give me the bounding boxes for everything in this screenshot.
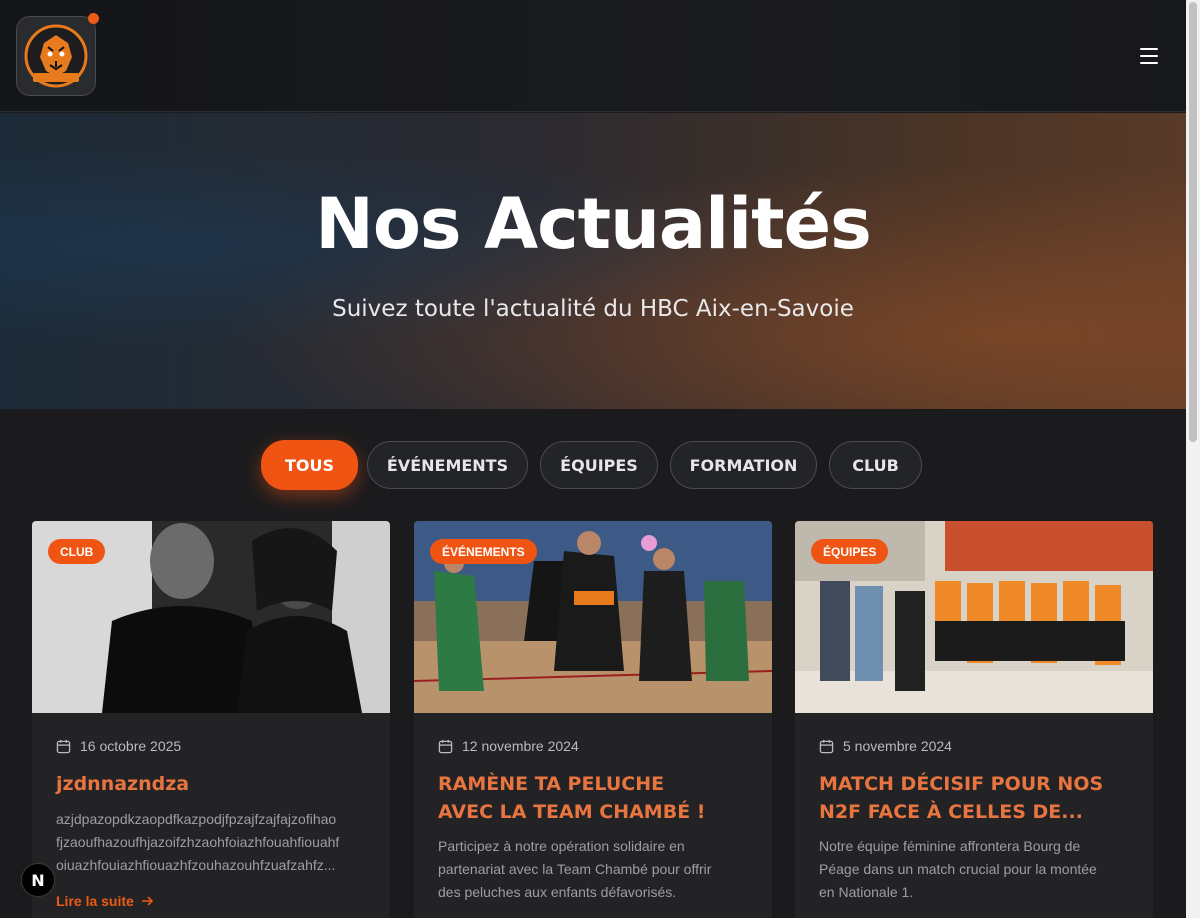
filter-equipes[interactable]: ÉQUIPES	[540, 441, 658, 489]
calendar-icon	[56, 739, 71, 753]
filter-tous[interactable]: TOUS	[261, 440, 358, 490]
scrollbar-thumb[interactable]	[1189, 2, 1197, 442]
article-card[interactable]: CLUB 16 octobre 2025 jzdnnazndza azjdpaz…	[32, 521, 390, 918]
article-date-text: 12 novembre 2024	[462, 738, 579, 754]
filter-evenements[interactable]: ÉVÉNEMENTS	[367, 441, 528, 489]
article-excerpt: Participez à notre opération solidaire e…	[438, 838, 712, 900]
site-header	[0, 0, 1186, 112]
article-title[interactable]: MATCH DÉCISIF POUR NOS N2F FACE À CELLES…	[819, 770, 1129, 826]
filter-club[interactable]: CLUB	[829, 441, 922, 489]
article-title[interactable]: RAMÈNE TA PELUCHE AVEC LA TEAM CHAMBÉ !	[438, 770, 748, 826]
page-title: Nos Actualités	[315, 183, 872, 265]
category-badge: CLUB	[48, 539, 106, 564]
article-excerpt: azjdpazopdkzaopdfkazpodjfpzajfzajfajzofi…	[56, 811, 340, 873]
filter-formation[interactable]: FORMATION	[670, 441, 817, 489]
article-date: 16 octobre 2025	[56, 738, 181, 754]
article-date: 12 novembre 2024	[438, 738, 579, 754]
hero-banner: Nos Actualités Suivez toute l'actualité …	[0, 113, 1186, 409]
article-card[interactable]: ÉVÉNEMENTS 12 novembre 2024 RAMÈNE TA PE…	[414, 521, 772, 918]
read-more-link[interactable]: Lire la suite	[56, 893, 154, 909]
article-card[interactable]: ÉQUIPES 5 novembre 2024 MATCH DÉCISIF PO…	[795, 521, 1153, 918]
category-filters: TOUS ÉVÉNEMENTS ÉQUIPES FORMATION CLUB	[0, 440, 1186, 490]
article-date-text: 16 octobre 2025	[80, 738, 182, 754]
nextjs-dev-badge[interactable]: N	[21, 863, 55, 897]
hamburger-menu-icon[interactable]	[1134, 42, 1164, 70]
article-excerpt: Notre équipe féminine affrontera Bourg d…	[819, 838, 1097, 900]
article-date: 5 novembre 2024	[819, 738, 952, 754]
calendar-icon	[819, 739, 834, 753]
page-scrollbar[interactable]	[1186, 0, 1200, 918]
notification-dot	[88, 13, 99, 24]
arrow-right-icon	[141, 896, 153, 906]
calendar-icon	[438, 739, 453, 753]
category-badge: ÉVÉNEMENTS	[430, 539, 537, 564]
tiger-logo-icon	[24, 24, 88, 88]
article-title[interactable]: jzdnnazndza	[56, 770, 366, 798]
club-logo[interactable]	[16, 16, 96, 96]
article-date-text: 5 novembre 2024	[843, 738, 952, 754]
category-badge: ÉQUIPES	[811, 539, 889, 564]
page-subtitle: Suivez toute l'actualité du HBC Aix-en-S…	[332, 296, 854, 322]
